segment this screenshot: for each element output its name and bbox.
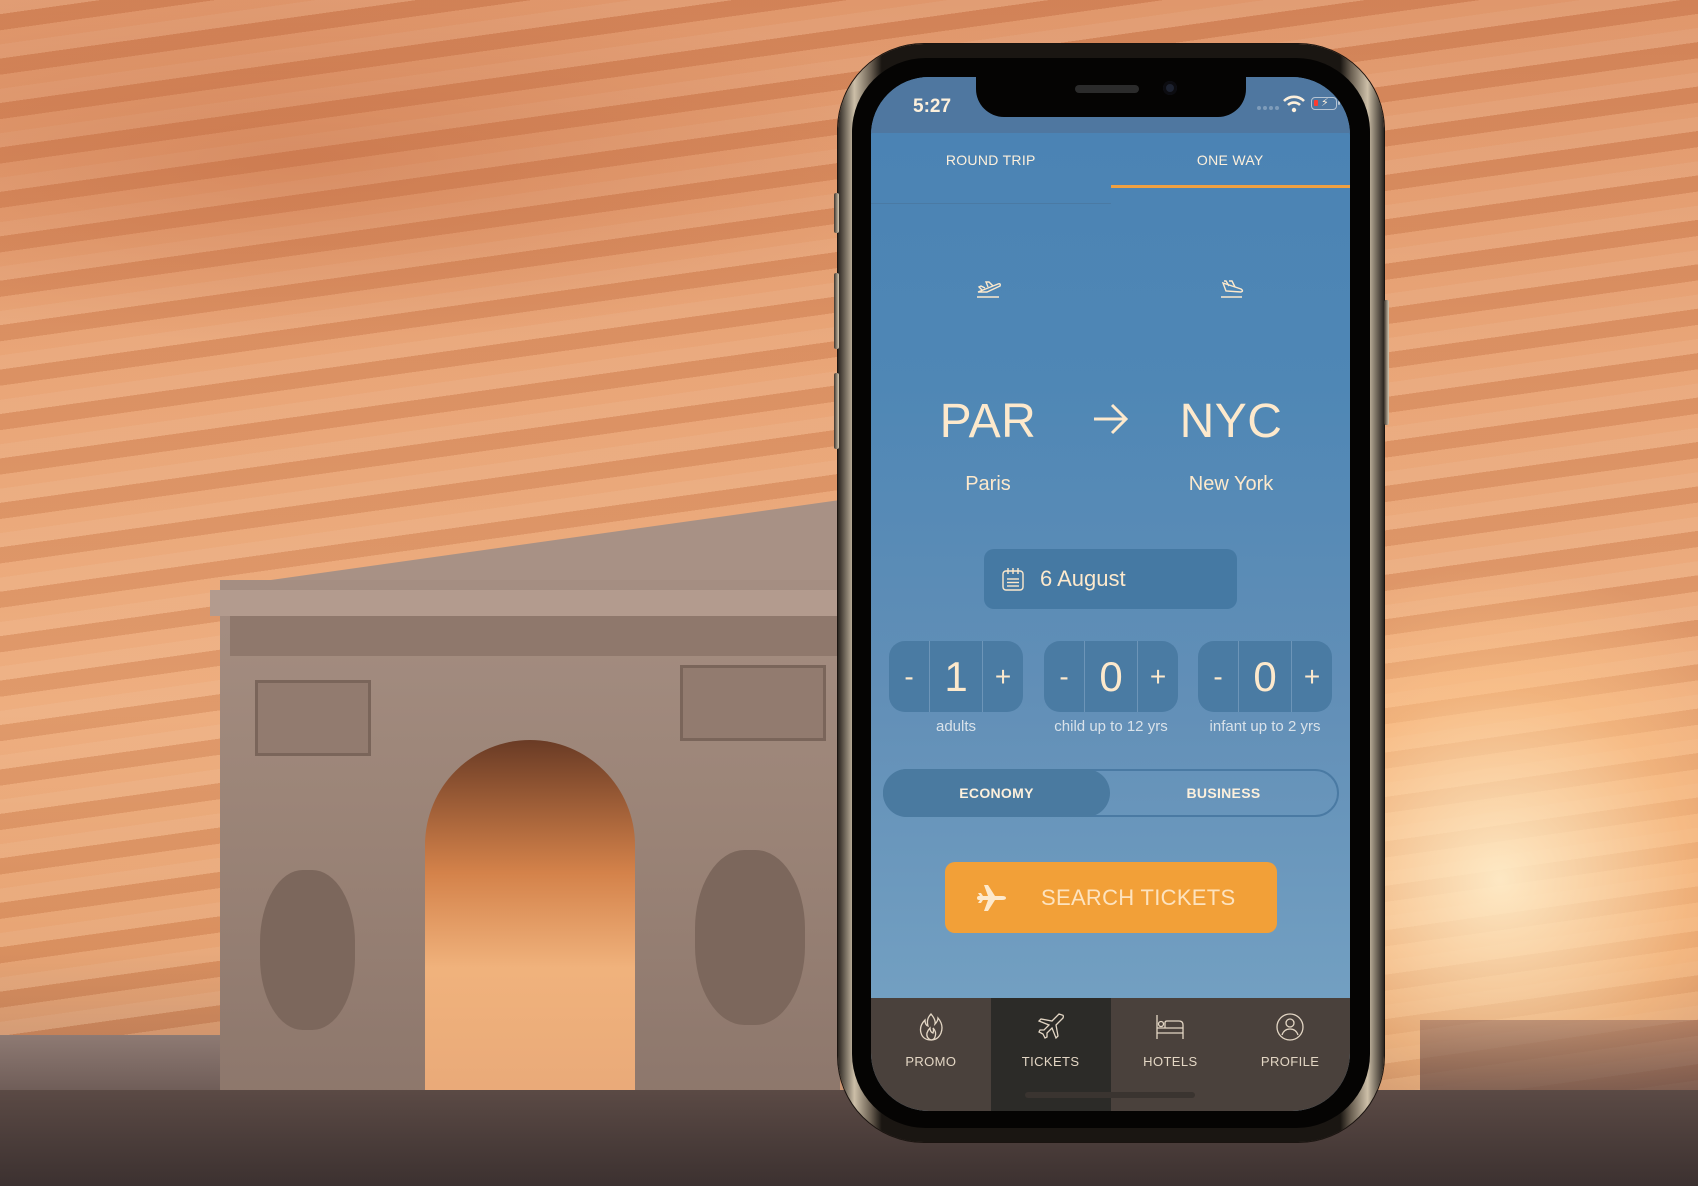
tab-promo-label: PROMO bbox=[905, 1054, 957, 1069]
class-economy[interactable]: ECONOMY bbox=[883, 769, 1110, 817]
tab-round-trip[interactable]: ROUND TRIP bbox=[871, 133, 1111, 203]
destination-code: NYC bbox=[1179, 395, 1283, 448]
destination[interactable]: NYC New York bbox=[1151, 277, 1311, 495]
tabs-divider bbox=[871, 203, 1111, 204]
infants-increment-button[interactable]: + bbox=[1292, 641, 1332, 712]
arrow-right-icon bbox=[1094, 403, 1129, 435]
infants-decrement-button[interactable]: - bbox=[1198, 641, 1238, 712]
adults-decrement-button[interactable]: - bbox=[889, 641, 929, 712]
tab-profile[interactable]: PROFILE bbox=[1230, 998, 1350, 1111]
children-label: child up to 12 yrs bbox=[1054, 718, 1168, 735]
origin[interactable]: PAR Paris bbox=[908, 277, 1068, 495]
phone-volume-down bbox=[834, 373, 839, 449]
children-count: 0 bbox=[1084, 641, 1138, 712]
phone-mute-switch bbox=[834, 193, 839, 233]
tab-profile-label: PROFILE bbox=[1260, 1054, 1320, 1069]
background-buildings bbox=[0, 1035, 230, 1095]
adults-label: adults bbox=[935, 718, 977, 735]
plane-takeoff-icon bbox=[977, 281, 1001, 298]
infants-count: 0 bbox=[1238, 641, 1292, 712]
home-indicator[interactable] bbox=[1025, 1092, 1195, 1098]
airplane-icon bbox=[1037, 1013, 1064, 1040]
date-picker-button[interactable]: 6 August bbox=[984, 549, 1237, 609]
search-tickets-label: SEARCH TICKETS bbox=[1041, 884, 1236, 910]
signal-dots-icon bbox=[1257, 106, 1281, 110]
adults-increment-button[interactable]: + bbox=[983, 641, 1023, 712]
battery-charging-icon: ⚡ bbox=[1311, 97, 1340, 110]
app-screen: 5:27 ⚡ ROUND TRIP ONE WAY PAR Paris NYC … bbox=[871, 77, 1350, 1111]
tab-tickets-label: TICKETS bbox=[1021, 1054, 1080, 1069]
search-tickets-button[interactable]: SEARCH TICKETS bbox=[945, 862, 1277, 933]
notch bbox=[976, 77, 1246, 117]
tab-hotels-label: HOTELS bbox=[1143, 1054, 1198, 1069]
tab-one-way[interactable]: ONE WAY bbox=[1110, 133, 1351, 203]
user-circle-icon bbox=[1276, 1013, 1304, 1041]
phone-side-button bbox=[1384, 300, 1389, 425]
phone-volume-up bbox=[834, 273, 839, 349]
tab-promo[interactable]: PROMO bbox=[871, 998, 991, 1111]
background-buildings bbox=[1420, 1020, 1698, 1100]
calendar-icon bbox=[1002, 568, 1024, 591]
class-business[interactable]: BUSINESS bbox=[1110, 771, 1337, 815]
status-bar: 5:27 ⚡ bbox=[871, 77, 1350, 133]
flame-icon bbox=[919, 1013, 943, 1041]
adults-stepper: - 1 + adults bbox=[889, 641, 1023, 735]
airplane-icon bbox=[977, 884, 1006, 911]
ground bbox=[0, 1090, 1698, 1186]
travel-class-toggle: ECONOMY BUSINESS bbox=[883, 769, 1339, 817]
bed-icon bbox=[1156, 1015, 1185, 1039]
plane-landing-icon bbox=[1221, 280, 1244, 298]
origin-city: Paris bbox=[965, 473, 1011, 495]
origin-code: PAR bbox=[939, 395, 1037, 448]
trip-type-tabs: ROUND TRIP ONE WAY bbox=[871, 133, 1350, 203]
adults-count: 1 bbox=[929, 641, 983, 712]
children-increment-button[interactable]: + bbox=[1138, 641, 1178, 712]
children-decrement-button[interactable]: - bbox=[1044, 641, 1084, 712]
arc-de-triomphe bbox=[210, 440, 840, 1120]
date-value: 6 August bbox=[1040, 566, 1126, 591]
destination-city: New York bbox=[1188, 473, 1274, 495]
wifi-icon bbox=[1283, 95, 1305, 113]
infants-label: infant up to 2 yrs bbox=[1209, 718, 1321, 735]
status-time: 5:27 bbox=[913, 96, 952, 117]
children-stepper: - 0 + child up to 12 yrs bbox=[1044, 641, 1178, 735]
infants-stepper: - 0 + infant up to 2 yrs bbox=[1198, 641, 1332, 735]
